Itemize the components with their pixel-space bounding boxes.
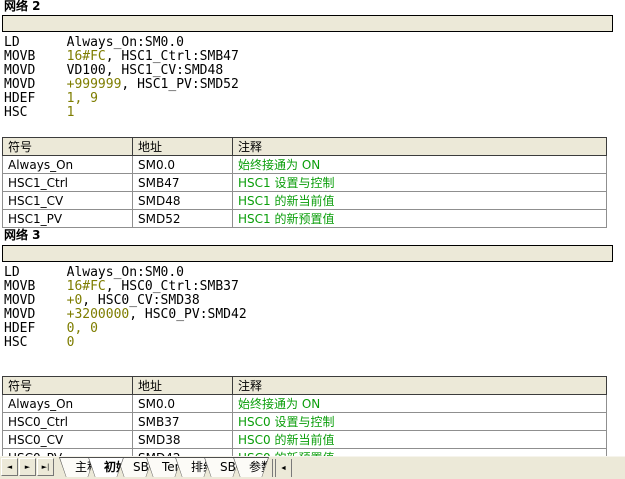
symbol-cell: HSC1_CV [3,192,133,210]
address-cell: SMB37 [133,413,233,431]
tab-strip-divider [291,459,292,477]
symbol-cell: Always_On [3,156,133,174]
tab-strip-divider [275,459,276,477]
address-cell: SM0.0 [133,395,233,413]
scroll-last-icon: ►| [42,463,50,471]
stl-code-block[interactable]: LD Always_On:SM0.0MOVB 16#FC, HSC1_Ctrl:… [4,36,239,120]
network-title: 网络 2 [4,0,41,13]
column-header: 符号 [3,138,133,156]
tab-scroll-last-button[interactable]: ►| [37,458,54,476]
symbol-row: HSC1_CtrlSMB47HSC1 设置与控制 [3,174,607,192]
stl-code-line: MOVB 16#FC, HSC1_Ctrl:SMB47 [4,50,239,64]
symbol-cell: HSC0_Ctrl [3,413,133,431]
comment-cell: HSC1 的新预置值 [233,210,607,228]
comment-cell: HSC1 的新当前值 [233,192,607,210]
address-cell: SMD38 [133,431,233,449]
symbol-row: Always_OnSM0.0始终接通为 ON [3,395,607,413]
comment-cell: HSC1 设置与控制 [233,174,607,192]
address-cell: SMB47 [133,174,233,192]
scroll-right-icon: ► [25,463,30,471]
symbol-table: 符号地址注释 Always_OnSM0.0始终接通为 ONHSC0_CtrlSM… [2,376,607,467]
tab-scroll-left-button[interactable]: ◄ [1,458,18,476]
symbol-table-header-row: 符号地址注释 [3,138,607,156]
symbol-row: HSC0_CtrlSMB37HSC0 设置与控制 [3,413,607,431]
pou-tab-bar: ◄ ► ►| 主程序初始化SBR_1TensionCal排线给定计算SBR_5参… [0,456,625,479]
scroll-left-icon: ◄ [280,465,287,472]
stl-code-line: MOVD +0, HSC0_CV:SMD38 [4,294,247,308]
pou-tabs: 主程序初始化SBR_1TensionCal排线给定计算SBR_5参数存储 [59,457,269,478]
symbol-table: 符号地址注释 Always_OnSM0.0始终接通为 ONHSC1_CtrlSM… [2,137,607,228]
tab-strip-end: ◄ [271,458,293,478]
column-header: 注释 [233,138,607,156]
stl-code-line: HDEF 0, 0 [4,322,247,336]
comment-cell: HSC0 的新当前值 [233,431,607,449]
address-cell: SMD52 [133,210,233,228]
tab-scroll-right-button[interactable]: ► [19,458,36,476]
column-header: 符号 [3,377,133,395]
symbol-row: HSC1_CVSMD48HSC1 的新当前值 [3,192,607,210]
address-cell: SM0.0 [133,156,233,174]
program-editor: { "colors": { "comment_green": "#0a9e0a"… [0,0,625,478]
symbol-cell: HSC1_PV [3,210,133,228]
symbol-table-header-row: 符号地址注释 [3,377,607,395]
scroll-left-icon: ◄ [7,463,12,471]
symbol-cell: HSC1_Ctrl [3,174,133,192]
symbol-row: Always_OnSM0.0始终接通为 ON [3,156,607,174]
stl-code-line: HSC 1 [4,106,239,120]
stl-code-line: HSC 0 [4,336,247,350]
pou-tab-参数存储[interactable]: 参数存储 [233,457,269,477]
tab-strip-scroll-left-button[interactable]: ◄ [277,459,290,477]
column-header: 地址 [133,377,233,395]
stl-code-line: MOVD VD100, HSC1_CV:SMD48 [4,64,239,78]
stl-code-line: HDEF 1, 9 [4,92,239,106]
stl-code-line: MOVB 16#FC, HSC0_Ctrl:SMB37 [4,280,247,294]
symbol-cell: Always_On [3,395,133,413]
comment-cell: 始终接通为 ON [233,156,607,174]
stl-code-line: LD Always_On:SM0.0 [4,266,247,280]
symbol-cell: HSC0_CV [3,431,133,449]
symbol-row: HSC1_PVSMD52HSC1 的新预置值 [3,210,607,228]
comment-cell: 始终接通为 ON [233,395,607,413]
column-header: 地址 [133,138,233,156]
pou-tab-初始化[interactable]: 初始化 [88,457,124,477]
stl-code-line: MOVD +999999, HSC1_PV:SMD52 [4,78,239,92]
comment-cell: HSC0 设置与控制 [233,413,607,431]
network-title: 网络 3 [4,229,41,242]
tab-strip-divider [272,459,273,477]
network-comment-bar[interactable] [2,15,613,32]
stl-code-line: LD Always_On:SM0.0 [4,36,239,50]
stl-code-line: MOVD +3200000, HSC0_PV:SMD42 [4,308,247,322]
address-cell: SMD48 [133,192,233,210]
column-header: 注释 [233,377,607,395]
network-comment-bar[interactable] [2,245,613,262]
stl-code-block[interactable]: LD Always_On:SM0.0MOVB 16#FC, HSC0_Ctrl:… [4,266,247,350]
symbol-row: HSC0_CVSMD38HSC0 的新当前值 [3,431,607,449]
